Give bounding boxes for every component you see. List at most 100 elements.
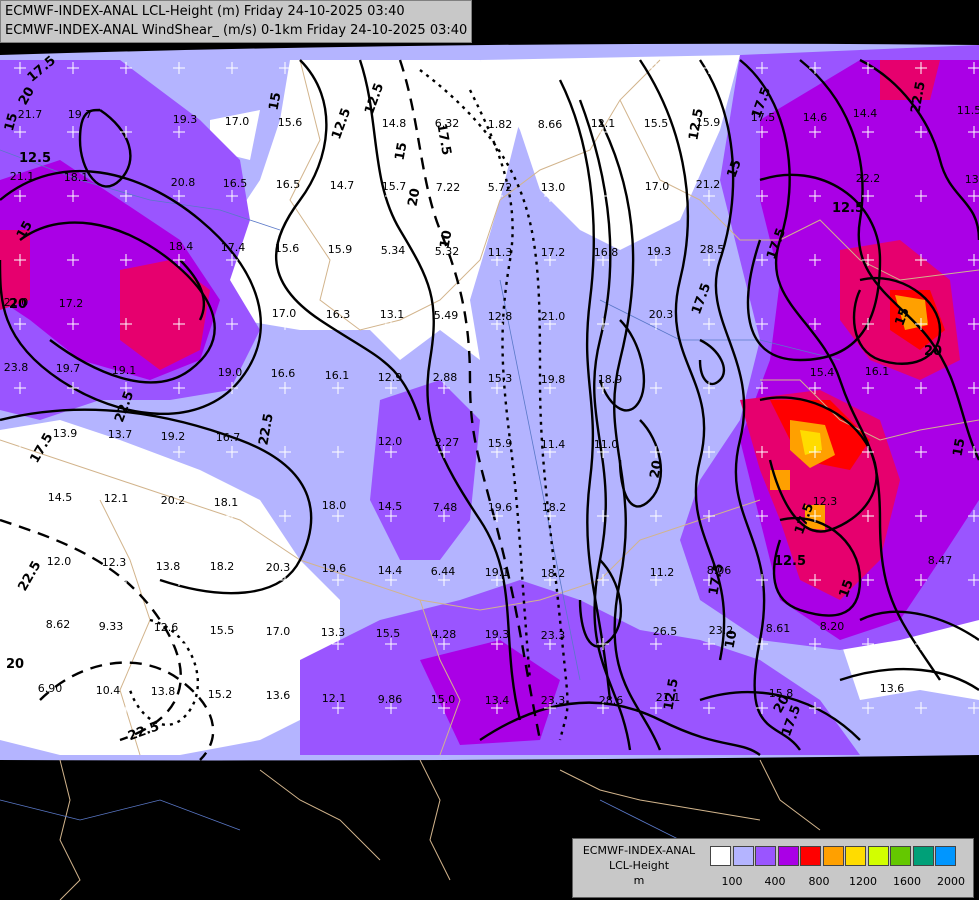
station-value: 2.88 bbox=[433, 371, 458, 384]
station-value: 14.6 bbox=[803, 111, 828, 124]
station-value: 7.48 bbox=[433, 501, 458, 514]
contour-label: 20 bbox=[406, 187, 424, 207]
legend-swatch bbox=[800, 846, 821, 866]
station-value: 22.2 bbox=[856, 172, 881, 185]
legend-tick-label: 800 bbox=[808, 875, 830, 888]
station-value: 28.5 bbox=[700, 243, 725, 256]
station-value: 16.7 bbox=[216, 431, 241, 444]
station-value: 15.6 bbox=[278, 116, 303, 129]
legend-swatch bbox=[912, 846, 934, 866]
station-value: 13.3 bbox=[321, 626, 346, 639]
legend-tick-label: 2000 bbox=[937, 875, 965, 888]
station-value: 14.4 bbox=[378, 564, 403, 577]
station-value: 13.8 bbox=[151, 685, 176, 698]
station-value: 16.3 bbox=[326, 308, 351, 321]
station-value: 12.8 bbox=[488, 310, 513, 323]
station-value: 14.5 bbox=[48, 491, 73, 504]
station-value: 19.7 bbox=[68, 108, 93, 121]
station-value: 11.0 bbox=[594, 438, 619, 451]
weather-map: 21.7 19.7 19.3 17.0 15.6 14.8 6.32 1.82 8.66 12.1… bbox=[0, 0, 979, 900]
contour-label: 15 bbox=[393, 141, 411, 161]
legend-swatch bbox=[867, 846, 889, 866]
station-value: 15.5 bbox=[644, 117, 669, 130]
station-value: 21.2 bbox=[696, 178, 721, 191]
legend-tick-label: 100 bbox=[721, 875, 743, 888]
legend-swatch bbox=[822, 846, 844, 866]
station-value: 19.8 bbox=[541, 373, 566, 386]
station-value: 15.3 bbox=[488, 372, 513, 385]
station-value: 11.5 bbox=[957, 104, 979, 117]
station-value: 14.5 bbox=[378, 500, 403, 513]
station-value: 7.22 bbox=[436, 181, 461, 194]
station-value: 15.2 bbox=[208, 688, 233, 701]
station-value: 13.1 bbox=[380, 308, 405, 321]
station-value: 11.3 bbox=[488, 246, 513, 259]
station-value: 19.6 bbox=[488, 501, 513, 514]
station-value: 23.3 bbox=[541, 694, 566, 707]
station-value: 18.1 bbox=[214, 496, 239, 509]
station-value: 20.8 bbox=[171, 176, 196, 189]
station-value: 16.8 bbox=[594, 246, 619, 259]
station-value: 13.6 bbox=[880, 682, 905, 695]
legend-swatch bbox=[845, 846, 866, 866]
station-value: 13.8 bbox=[156, 560, 181, 573]
color-legend: ECMWF-INDEX-ANAL LCL-Height m 100 400 800 1… bbox=[572, 838, 974, 898]
legend-swatch bbox=[755, 846, 776, 866]
station-value: 11.2 bbox=[650, 566, 675, 579]
station-value: 15.5 bbox=[210, 624, 235, 637]
contour-label: 12.5 bbox=[19, 151, 51, 166]
contour-label: 20 bbox=[924, 344, 942, 359]
station-value: 17.4 bbox=[221, 241, 246, 254]
station-value: 19.3 bbox=[485, 628, 510, 641]
legend-param: LCL-Height bbox=[608, 859, 670, 872]
station-value: 19.3 bbox=[173, 113, 198, 126]
title-line-windshear: ECMWF-INDEX-ANAL WindShear_ (m/s) 0-1km … bbox=[5, 23, 468, 38]
station-value: 15.6 bbox=[275, 242, 300, 255]
station-value: 15.4 bbox=[810, 366, 835, 379]
station-value: 17.0 bbox=[645, 180, 670, 193]
station-value: 15.5 bbox=[376, 627, 401, 640]
station-value: 20.3 bbox=[266, 561, 291, 574]
contour-label: 20 bbox=[648, 459, 666, 479]
station-value: 19.3 bbox=[647, 245, 672, 258]
station-value: 16.1 bbox=[865, 365, 890, 378]
station-value: 14.4 bbox=[853, 107, 878, 120]
station-value: 8.62 bbox=[46, 618, 71, 631]
station-value: 12.9 bbox=[378, 371, 403, 384]
station-value: 16.6 bbox=[271, 367, 296, 380]
station-value: 2.27 bbox=[435, 436, 460, 449]
station-value: 12.1 bbox=[322, 692, 347, 705]
station-value: 9.33 bbox=[99, 620, 124, 633]
legend-tick-label: 400 bbox=[764, 875, 786, 888]
station-value: 15.9 bbox=[328, 243, 353, 256]
station-value: 23.3 bbox=[541, 629, 566, 642]
contour-label: 10 bbox=[723, 629, 741, 649]
station-value: 13.4 bbox=[485, 694, 510, 707]
station-value: 19.0 bbox=[218, 366, 243, 379]
legend-swatch bbox=[777, 846, 799, 866]
station-value: 12.0 bbox=[47, 555, 72, 568]
station-value: 10.4 bbox=[96, 684, 121, 697]
station-value: 6.90 bbox=[38, 682, 63, 695]
station-value: 17.0 bbox=[266, 625, 291, 638]
lcl-height-field bbox=[0, 43, 979, 761]
station-value: 13.7 bbox=[108, 428, 133, 441]
station-value: 18.2 bbox=[542, 501, 567, 514]
station-value: 21.0 bbox=[541, 310, 566, 323]
station-value: 14.7 bbox=[330, 179, 355, 192]
station-value: 12.0 bbox=[378, 435, 403, 448]
station-value: 18.2 bbox=[541, 567, 566, 580]
station-value: 17.0 bbox=[225, 115, 250, 128]
title-line-lcl: ECMWF-INDEX-ANAL LCL-Height (m) Friday 2… bbox=[5, 4, 405, 19]
legend-text: ECMWF-INDEX-ANAL LCL-Height m bbox=[573, 843, 705, 888]
station-value: 18.1 bbox=[64, 171, 89, 184]
station-value: 16.5 bbox=[276, 178, 301, 191]
legend-tick-label: 1600 bbox=[893, 875, 921, 888]
station-value: 19.7 bbox=[56, 362, 81, 375]
legend-swatch bbox=[710, 846, 731, 866]
station-value: 13.9 bbox=[965, 173, 979, 186]
station-value: 15.0 bbox=[431, 693, 456, 706]
legend-swatches bbox=[710, 846, 958, 866]
legend-model: ECMWF-INDEX-ANAL bbox=[582, 844, 696, 857]
station-value: 16.5 bbox=[223, 177, 248, 190]
